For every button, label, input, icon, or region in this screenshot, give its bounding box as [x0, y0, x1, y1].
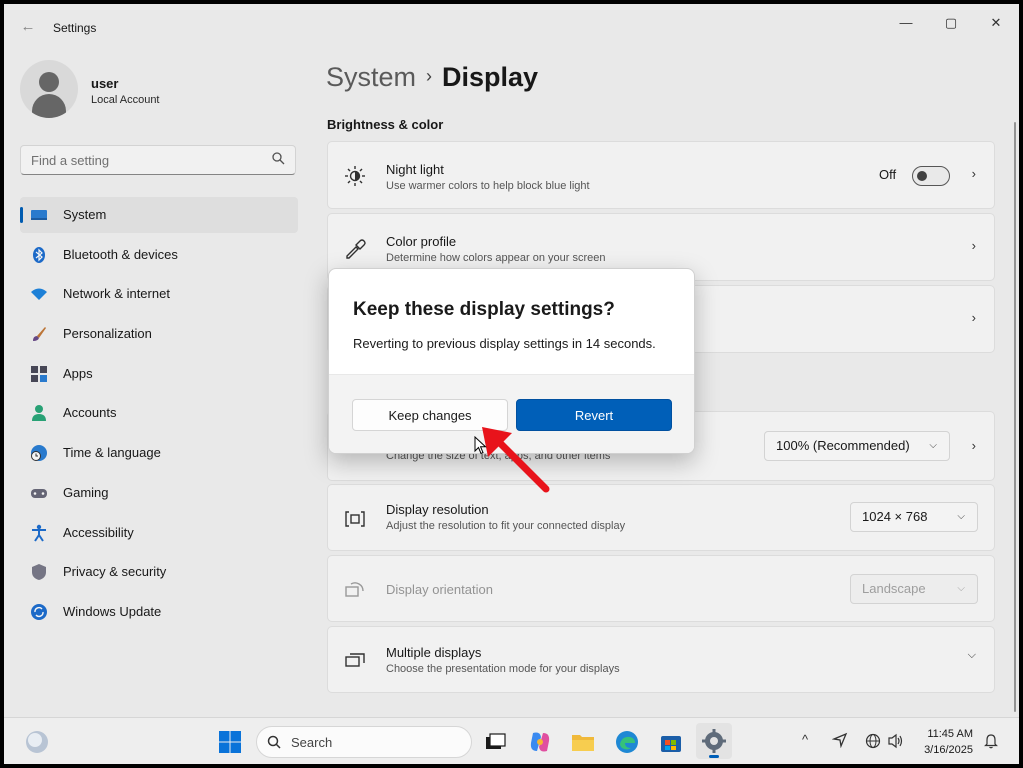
taskbar-search[interactable]: Search [256, 726, 472, 758]
settings-window: ← Settings — ▢ ✕ user Local Account Syst… [4, 4, 1019, 717]
start-windows-icon[interactable] [217, 729, 243, 755]
dialog-title: Keep these display settings? [353, 299, 615, 320]
edge-browser-icon[interactable] [614, 729, 640, 755]
search-icon [267, 735, 281, 752]
store-icon[interactable] [658, 729, 684, 755]
copilot-icon[interactable] [527, 729, 553, 755]
task-view-icon[interactable] [482, 729, 508, 755]
network-globe-icon[interactable] [865, 733, 881, 749]
volume-icon[interactable] [887, 733, 905, 749]
file-explorer-icon[interactable] [570, 729, 596, 755]
settings-taskbar-button[interactable] [696, 723, 732, 759]
mouse-cursor-icon [474, 436, 487, 455]
taskbar-search-label: Search [291, 735, 333, 750]
annotation-arrow-icon [482, 427, 550, 493]
location-icon[interactable] [832, 732, 848, 748]
dialog-message: Reverting to previous display settings i… [353, 336, 656, 351]
chevron-up-icon[interactable]: ^ [802, 732, 808, 747]
notification-bell-icon[interactable] [984, 733, 998, 749]
clock[interactable]: 11:45 AM 3/16/2025 [924, 726, 973, 758]
clock-date: 3/16/2025 [924, 744, 973, 756]
widgets-icon[interactable] [24, 729, 50, 755]
gear-icon [702, 729, 726, 753]
clock-time: 11:45 AM [927, 728, 973, 740]
taskbar: Search ^ 11:45 AM 3/16/2025 [4, 717, 1019, 764]
